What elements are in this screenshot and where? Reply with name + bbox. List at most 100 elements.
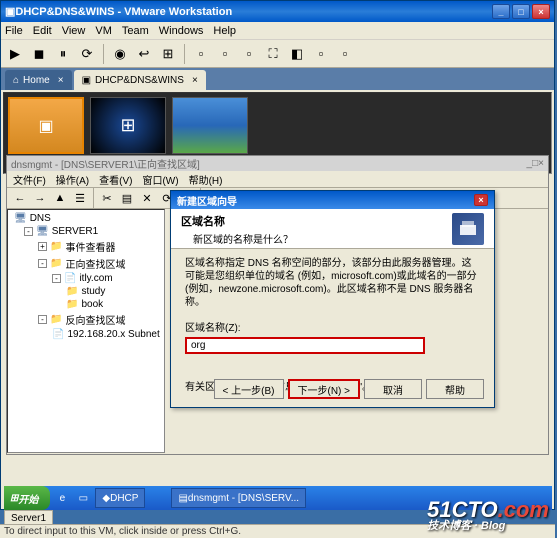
tree-forward-zones[interactable]: -📁正向查找区域 <box>10 255 162 272</box>
cut-icon[interactable]: ✂ <box>98 189 116 207</box>
dhcp-icon: ◆ <box>102 493 110 504</box>
tree-label: DNS <box>30 213 51 224</box>
close-button[interactable]: × <box>532 4 550 19</box>
mmc-menu-action[interactable]: 操作(A) <box>56 172 89 187</box>
mmc-menu-help[interactable]: 帮助(H) <box>189 172 223 187</box>
tree-label: book <box>81 299 103 310</box>
back-button[interactable]: < 上一步(B) <box>214 379 284 399</box>
tree-server[interactable]: -🖥SERVER1 <box>10 225 162 238</box>
collapse-icon[interactable]: - <box>52 274 61 283</box>
suspend-icon[interactable]: ⏸ <box>53 44 73 64</box>
windows-logo-icon: ⊞ <box>10 493 18 504</box>
tab-home[interactable]: ⌂ Home × <box>5 70 72 90</box>
tool-icon[interactable]: ▫ <box>335 44 355 64</box>
tree-book[interactable]: 📁book <box>10 298 162 311</box>
zone-name-label: 区域名称(Z): <box>185 319 480 334</box>
tab-close-icon[interactable]: × <box>58 75 64 86</box>
vmware-toolbar: ▶ ◼ ⏸ ⟳ ◉ ↩ ⊞ ▫ ▫ ▫ ⛶ ◧ ▫ ▫ <box>1 40 554 68</box>
mmc-menu-view[interactable]: 查看(V) <box>99 172 132 187</box>
power-off-icon[interactable]: ◼ <box>29 44 49 64</box>
inner-close-icon[interactable]: × <box>538 158 544 169</box>
minimize-button[interactable]: _ <box>492 4 510 19</box>
task-label: DHCP <box>110 493 138 504</box>
folder-icon: 📁 <box>50 258 62 269</box>
tree-reverse-zones[interactable]: -📁反向查找区域 <box>10 311 162 328</box>
quicklaunch-ie-icon[interactable]: e <box>53 489 71 507</box>
tree-root-dns[interactable]: 🖥DNS <box>10 212 162 225</box>
guest-taskbar: ⊞ 开始 e ▭ ◆ DHCP ▤ dnsmgmt - [DNS\SERV... <box>4 486 552 510</box>
vm-tab-label: Server1 <box>11 513 46 524</box>
vmware-statusbar: To direct input to this VM, click inside… <box>0 524 555 538</box>
back-icon[interactable]: ← <box>11 189 29 207</box>
unity-icon[interactable]: ◧ <box>287 44 307 64</box>
zone-icon: 📄 <box>52 329 64 340</box>
tree-label: SERVER1 <box>52 226 99 237</box>
power-on-icon[interactable]: ▶ <box>5 44 25 64</box>
tree-subnet[interactable]: 📄192.168.20.x Subnet <box>10 328 162 341</box>
task-dhcp[interactable]: ◆ DHCP <box>95 488 145 508</box>
menu-team[interactable]: Team <box>122 25 149 37</box>
server-icon: 🖥 <box>36 226 49 237</box>
properties-icon[interactable]: ▤ <box>118 189 136 207</box>
snapshot-icon[interactable]: ◉ <box>110 44 130 64</box>
reset-icon[interactable]: ⟳ <box>77 44 97 64</box>
fullscreen-icon[interactable]: ⛶ <box>263 44 283 64</box>
expand-icon[interactable]: + <box>38 242 47 251</box>
mmc-menu-file[interactable]: 文件(F) <box>13 172 46 187</box>
tool-icon[interactable]: ▫ <box>239 44 259 64</box>
team-icon: ▣ <box>82 75 91 86</box>
menu-edit[interactable]: Edit <box>33 25 52 37</box>
forward-icon[interactable]: → <box>31 189 49 207</box>
start-label: 开始 <box>18 491 38 506</box>
wizard-subheading: 新区域的名称是什么？ <box>181 229 452 246</box>
menu-file[interactable]: File <box>5 25 23 37</box>
delete-icon[interactable]: ✕ <box>138 189 156 207</box>
menu-vm[interactable]: VM <box>95 25 112 37</box>
thumb-preview <box>172 97 248 154</box>
tree-label: 事件查看器 <box>65 239 115 254</box>
vmware-title: DHCP&DNS&WINS - VMware Workstation <box>15 6 492 18</box>
wizard-buttons: < 上一步(B) 下一步(N) > 取消 帮助 <box>214 379 484 399</box>
start-button[interactable]: ⊞ 开始 <box>4 486 50 510</box>
zone-name-input[interactable] <box>185 337 425 354</box>
collapse-icon[interactable]: - <box>38 259 47 268</box>
separator <box>93 188 94 208</box>
tab-active-vm[interactable]: ▣ DHCP&DNS&WINS × <box>74 70 206 90</box>
menu-view[interactable]: View <box>62 25 86 37</box>
tree-study[interactable]: 📁study <box>10 285 162 298</box>
vmware-titlebar: ▣ DHCP&DNS&WINS - VMware Workstation _ □… <box>1 1 554 22</box>
folder-icon: 📁 <box>66 299 78 310</box>
separator <box>103 44 104 64</box>
tree-label: 反向查找区域 <box>65 312 125 327</box>
vmware-menubar: File Edit View VM Team Windows Help <box>1 22 554 40</box>
dns-tree[interactable]: 🖥DNS -🖥SERVER1 +📁事件查看器 -📁正向查找区域 -📄itly.c… <box>7 209 165 453</box>
revert-icon[interactable]: ↩ <box>134 44 154 64</box>
tool-icon[interactable]: ▫ <box>215 44 235 64</box>
tree-label: 192.168.20.x Subnet <box>67 329 159 340</box>
up-icon[interactable]: ▲ <box>51 189 69 207</box>
maximize-button[interactable]: □ <box>512 4 530 19</box>
vm-tab-row: ⌂ Home × ▣ DHCP&DNS&WINS × <box>1 68 554 90</box>
tool-icon[interactable]: ▫ <box>191 44 211 64</box>
collapse-icon[interactable]: - <box>38 315 47 324</box>
dnsmgmt-titlebar: dnsmgmt - [DNS\SERVER1\正向查找区域] _ □ × <box>7 156 548 171</box>
task-dnsmgmt[interactable]: ▤ dnsmgmt - [DNS\SERV... <box>171 488 306 508</box>
wizard-close-icon[interactable]: × <box>474 194 488 206</box>
help-button[interactable]: 帮助 <box>426 379 484 399</box>
cancel-button[interactable]: 取消 <box>364 379 422 399</box>
quicklaunch-desktop-icon[interactable]: ▭ <box>74 489 92 507</box>
next-button[interactable]: 下一步(N) > <box>288 379 361 399</box>
tree-event-viewer[interactable]: +📁事件查看器 <box>10 238 162 255</box>
manager-icon[interactable]: ⊞ <box>158 44 178 64</box>
tree-icon[interactable]: ☰ <box>71 189 89 207</box>
menu-windows[interactable]: Windows <box>159 25 204 37</box>
collapse-icon[interactable]: - <box>24 227 33 236</box>
menu-help[interactable]: Help <box>213 25 236 37</box>
mmc-menu-window[interactable]: 窗口(W) <box>142 172 178 187</box>
dns-icon: 🖥 <box>14 213 27 224</box>
tree-zone-itly[interactable]: -📄itly.com <box>10 272 162 285</box>
thumb-preview: ⊞ <box>90 97 166 154</box>
tree-label: 正向查找区域 <box>65 256 125 271</box>
tool-icon[interactable]: ▫ <box>311 44 331 64</box>
tab-close-icon[interactable]: × <box>192 75 198 86</box>
